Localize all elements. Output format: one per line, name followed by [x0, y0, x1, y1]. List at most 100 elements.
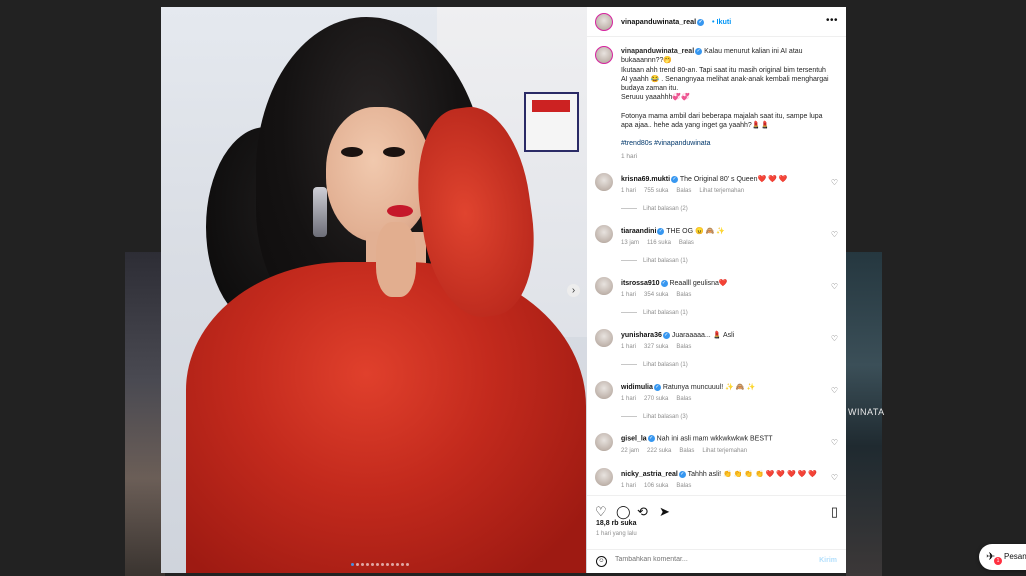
author-username[interactable]: vinapanduwinata_real ✓	[621, 17, 705, 26]
heart-icon[interactable]: ♡	[831, 282, 838, 291]
comment-reply-button[interactable]: Balas	[679, 240, 694, 246]
heart-icon[interactable]: ♡	[831, 334, 838, 343]
photo-hand	[376, 222, 416, 297]
carousel-dot	[396, 563, 399, 566]
comment-icon[interactable]: ◯	[616, 504, 631, 520]
carousel-dot	[356, 563, 359, 566]
comment-likes[interactable]: 222 suka	[647, 448, 671, 454]
post-like-count[interactable]: 18,8 rb suka	[596, 520, 636, 527]
caption-hashtags[interactable]: #trend80s #vinapanduwinata	[621, 139, 831, 148]
commenter-username[interactable]: yunishara36	[621, 332, 662, 339]
post-detail-panel: vinapanduwinata_real ✓ • Ikuti ••• vinapa…	[587, 7, 846, 573]
follow-button[interactable]: • Ikuti	[712, 17, 731, 26]
comment-translate-button[interactable]: Lihat terjemahan	[699, 188, 744, 194]
heart-icon[interactable]: ♡	[831, 178, 838, 187]
verified-icon: ✓	[697, 18, 705, 26]
heart-icon[interactable]: ♡	[831, 230, 838, 239]
messages-badge: 1	[994, 557, 1002, 565]
save-icon[interactable]: ▯	[831, 504, 838, 520]
carousel-dot	[351, 563, 354, 566]
commenter-avatar[interactable]	[595, 433, 613, 451]
heart-icon[interactable]: ♡	[595, 504, 607, 520]
caption-text: Seruuu yaaahhh💞💞	[621, 94, 690, 102]
caption-username[interactable]: vinapanduwinata_real	[621, 48, 694, 55]
carousel-dots	[351, 563, 409, 566]
comment-reply-button[interactable]: Balas	[676, 292, 691, 298]
heart-icon[interactable]: ♡	[831, 438, 838, 447]
comment-likes[interactable]: 755 suka	[644, 188, 668, 194]
commenter-username[interactable]: itsrossa910	[621, 280, 660, 287]
view-replies-button[interactable]: Lihat balasan (1)	[621, 310, 688, 316]
next-photo-button[interactable]: ›	[567, 284, 580, 297]
repost-icon[interactable]: ⟲	[637, 504, 648, 520]
post-date: 1 hari yang lalu	[596, 531, 637, 537]
commenter-avatar[interactable]	[595, 277, 613, 295]
carousel-dot	[391, 563, 394, 566]
view-replies-button[interactable]: Lihat balasan (2)	[621, 206, 688, 212]
commenter-username[interactable]: nicky_astria_real	[621, 471, 678, 478]
carousel-dot	[376, 563, 379, 566]
comment-reply-button[interactable]: Balas	[676, 188, 691, 194]
commenter-avatar[interactable]	[595, 468, 613, 486]
comment-likes[interactable]: 270 suka	[644, 396, 668, 402]
comment-text: Juaraaaaa... 💄 Asli	[671, 332, 735, 339]
comment-reply-button[interactable]: Balas	[679, 448, 694, 454]
post-caption: vinapanduwinata_real ✓ Kalau menurut kali…	[621, 47, 831, 161]
emoji-icon[interactable]: ☺	[596, 556, 607, 567]
carousel-dot	[406, 563, 409, 566]
commenter-username[interactable]: krisna69.mukti	[621, 176, 670, 183]
comment-reply-button[interactable]: Balas	[676, 344, 691, 350]
comment-time: 1 hari	[621, 292, 637, 298]
comment-translate-button[interactable]: Lihat terjemahan	[702, 448, 747, 454]
post-actions-bar: ♡ ◯ ⟲ ➤ ▯	[587, 495, 846, 535]
comment-reply-button[interactable]: Balas	[676, 396, 691, 402]
verified-icon: ✓	[653, 383, 661, 391]
caption-time: 1 hari	[621, 152, 638, 160]
caption-avatar[interactable]	[595, 46, 613, 64]
heart-icon[interactable]: ♡	[831, 386, 838, 395]
carousel-dot	[366, 563, 369, 566]
carousel-dot	[386, 563, 389, 566]
photo-face	[326, 107, 431, 242]
comment-text: Ratunya muncuuul! ✨ 🙈 ✨	[662, 384, 756, 391]
stage: WINATA › vinapanduwinata_real ✓ • Ikuti •…	[0, 0, 1026, 576]
view-replies-button[interactable]: Lihat balasan (1)	[621, 362, 688, 368]
commenter-avatar[interactable]	[595, 381, 613, 399]
comment-likes[interactable]: 354 suka	[644, 292, 668, 298]
comment-likes[interactable]: 116 suka	[647, 240, 671, 246]
view-replies-button[interactable]: Lihat balasan (3)	[621, 414, 688, 420]
comment-time: 1 hari	[621, 344, 637, 350]
commenter-avatar[interactable]	[595, 225, 613, 243]
comment-likes[interactable]: 327 suka	[644, 344, 668, 350]
comment-text: THE OG 😠 🙈 ✨	[666, 228, 726, 235]
author-avatar[interactable]	[595, 13, 613, 31]
verified-icon: ✓	[660, 279, 668, 287]
messages-button[interactable]: ✈ 1 Pesan	[979, 544, 1026, 570]
commenter-username[interactable]: gisel_la	[621, 435, 647, 442]
comment-time: 1 hari	[621, 188, 637, 194]
comment-time: 1 hari	[621, 396, 637, 402]
share-icon[interactable]: ➤	[659, 504, 670, 520]
view-replies-button[interactable]: Lihat balasan (1)	[621, 258, 688, 264]
commenter-avatar[interactable]	[595, 173, 613, 191]
comment-text: The Original 80' s Queen❤️ ❤️ ❤️	[679, 176, 788, 183]
heart-icon[interactable]: ♡	[831, 473, 838, 482]
comment-text: Nah ini asli mam wkkwkwkwk BESTT	[656, 435, 773, 443]
photo-poster	[524, 92, 579, 152]
verified-icon: ✓	[671, 175, 679, 183]
comment-input[interactable]	[615, 556, 795, 563]
photo-red-jacket	[186, 262, 586, 573]
commenter-avatar[interactable]	[595, 329, 613, 347]
carousel-dot	[361, 563, 364, 566]
commenter-username[interactable]: widimulia	[621, 384, 653, 391]
more-options-icon[interactable]: •••	[826, 15, 838, 26]
send-comment-button[interactable]: Kirim	[819, 557, 837, 564]
comment-time: 13 jam	[621, 240, 640, 246]
carousel-dot	[401, 563, 404, 566]
comment-likes[interactable]: 106 suka	[644, 483, 668, 489]
commenter-username[interactable]: tiaraandini	[621, 228, 656, 235]
verified-icon: ✓	[662, 331, 670, 339]
comment-reply-button[interactable]: Balas	[676, 483, 691, 489]
carousel-dot	[381, 563, 384, 566]
post-header: vinapanduwinata_real ✓ • Ikuti •••	[587, 7, 846, 37]
